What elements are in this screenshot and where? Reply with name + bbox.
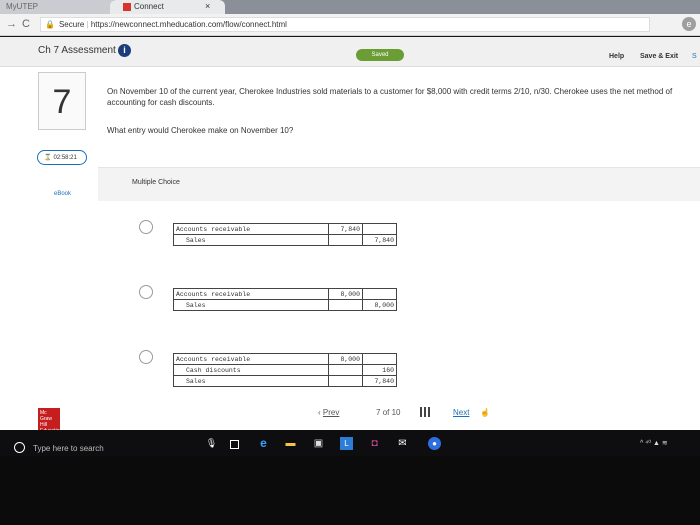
chrome-icon[interactable]: ● — [428, 437, 441, 450]
task-view-icon[interactable] — [230, 440, 239, 449]
info-icon[interactable]: i — [118, 44, 131, 57]
help-button[interactable]: Help — [609, 53, 624, 60]
question-type-label: Multiple Choice — [132, 179, 180, 186]
save-exit-button[interactable]: Save & Exit — [640, 53, 678, 60]
option-c-journal: Accounts receivable 8,000 Cash discounts 1… — [173, 353, 397, 387]
timer-value: 02:58:21 — [53, 155, 77, 161]
tab-myutep-label: MyUTEP — [6, 2, 38, 11]
mcgraw-hill-logo: Mc Graw Hill Education — [38, 408, 62, 434]
credit-cell: 8,000 — [362, 299, 397, 311]
current-page: 7 — [376, 408, 381, 417]
debit-cell — [328, 299, 363, 311]
credit-cell — [362, 223, 397, 235]
file-explorer-icon[interactable]: ▬ — [284, 437, 297, 450]
option-b-radio[interactable] — [139, 285, 153, 299]
account-cell: Sales — [173, 375, 329, 387]
debit-cell — [328, 234, 363, 246]
total-pages: 10 — [391, 408, 401, 417]
app-shield-icon[interactable]: ◘ — [368, 437, 381, 450]
option-b-journal: Accounts receivable 8,000 Sales 8,000 — [173, 288, 397, 311]
pointer-cursor-icon: ☝ — [480, 408, 490, 417]
account-cell: Cash discounts — [173, 364, 329, 376]
account-cell: Accounts receivable — [173, 288, 329, 300]
timer: ⌛ 02:58:21 — [37, 150, 87, 165]
question-type-band — [98, 167, 700, 201]
grid-icon[interactable] — [420, 407, 430, 417]
table-row: Sales 8,000 — [173, 299, 397, 311]
question-prompt: What entry would Cherokee make on Novemb… — [107, 126, 294, 135]
cut-off-text: S — [692, 53, 697, 60]
microphone-icon[interactable]: 🎙 — [205, 437, 218, 450]
account-cell: Accounts receivable — [173, 223, 329, 235]
system-tray[interactable]: ^ ⁴⁰ ▲ ≋ — [640, 439, 668, 447]
option-a-radio[interactable] — [139, 220, 153, 234]
question-number: 7 — [38, 72, 86, 130]
saved-badge: Saved — [356, 49, 404, 61]
mail-icon[interactable]: ✉ — [396, 437, 409, 450]
forward-arrow-icon[interactable]: → — [6, 18, 17, 30]
store-icon[interactable]: ▣ — [312, 437, 325, 450]
cortana-icon[interactable] — [14, 442, 25, 453]
account-cell: Accounts receivable — [173, 353, 329, 365]
account-cell: Sales — [173, 234, 329, 246]
monitor-bezel — [0, 456, 700, 525]
table-row: Cash discounts 160 — [173, 364, 397, 376]
credit-cell — [362, 353, 397, 365]
table-row: Sales 7,840 — [173, 375, 397, 387]
page-of: of — [382, 408, 390, 417]
tab-myutep[interactable]: MyUTEP — [0, 0, 118, 14]
next-button[interactable]: Next — [453, 408, 469, 417]
chevron-left-icon: ‹ — [318, 408, 321, 417]
debit-cell: 7,840 — [328, 223, 363, 235]
url-text: https://newconnect.mheducation.com/flow/… — [90, 20, 287, 29]
debit-cell: 8,000 — [328, 353, 363, 365]
table-row: Accounts receivable 7,840 — [173, 223, 397, 235]
taskbar-search-input[interactable]: Type here to search — [33, 444, 104, 453]
reload-icon[interactable]: C — [22, 18, 30, 30]
table-row: Accounts receivable 8,000 — [173, 353, 397, 365]
table-row: Accounts receivable 8,000 — [173, 288, 397, 300]
prev-label: Prev — [322, 408, 340, 417]
credit-cell — [362, 288, 397, 300]
credit-cell: 7,840 — [362, 375, 397, 387]
table-row: Sales 7,840 — [173, 234, 397, 246]
page-indicator: 7 of 10 — [376, 408, 401, 417]
connect-favicon-icon — [123, 3, 131, 11]
ebook-link[interactable]: eBook — [54, 191, 71, 197]
app-l-icon[interactable]: L — [340, 437, 353, 450]
tab-close-icon[interactable]: × — [205, 1, 210, 11]
question-text: On November 10 of the current year, Cher… — [107, 87, 673, 107]
credit-cell: 160 — [362, 364, 397, 376]
account-cell: Sales — [173, 299, 329, 311]
profile-avatar[interactable]: e — [682, 17, 696, 31]
tab-connect-label: Connect — [134, 2, 164, 11]
option-c-radio[interactable] — [139, 350, 153, 364]
credit-cell: 7,840 — [362, 234, 397, 246]
address-bar[interactable]: 🔒 Secure | https://newconnect.mheducation… — [40, 17, 650, 32]
assessment-title: Ch 7 Assessment — [38, 45, 116, 56]
hourglass-icon: ⌛ — [44, 155, 52, 161]
debit-cell: 8,000 — [328, 288, 363, 300]
debit-cell — [328, 364, 363, 376]
option-a-journal: Accounts receivable 7,840 Sales 7,840 — [173, 223, 397, 246]
edge-icon[interactable]: e — [257, 437, 270, 450]
secure-label: Secure — [58, 20, 85, 29]
lock-icon: 🔒 — [45, 20, 55, 29]
debit-cell — [328, 375, 363, 387]
prev-button[interactable]: ‹ Prev — [318, 408, 339, 417]
